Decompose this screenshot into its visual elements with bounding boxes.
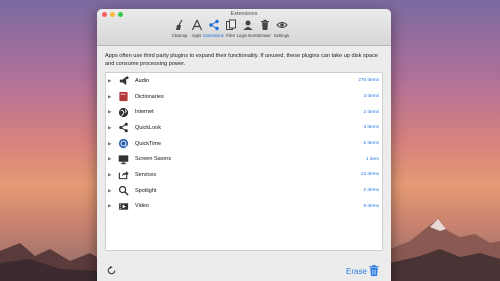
item-count: 5 items <box>363 141 379 147</box>
disclosure-triangle-icon[interactable]: ▶ <box>106 156 115 162</box>
disclosure-triangle-icon[interactable]: ▶ <box>106 172 115 178</box>
refresh-icon[interactable] <box>106 265 117 276</box>
list-item-quicktime[interactable]: ▶ QuickTime 5 items <box>106 136 382 152</box>
title-bar: Extensions Cleanup Apps Extensions Files… <box>97 9 391 46</box>
monitor-icon <box>117 153 129 165</box>
eye-icon <box>275 22 288 28</box>
toolbar-login-items[interactable]: Login Items <box>237 19 258 38</box>
trash-icon <box>260 19 269 30</box>
dictionary-icon <box>117 91 129 103</box>
person-icon <box>243 20 252 30</box>
export-icon <box>117 169 129 181</box>
list-item-video[interactable]: ▶ Video 9 items <box>106 199 382 215</box>
audio-icon <box>117 75 129 87</box>
quicktime-icon <box>117 138 129 150</box>
magnifier-icon <box>117 185 129 197</box>
film-icon <box>117 200 129 212</box>
share-icon <box>208 19 219 31</box>
toolbar-eraser[interactable]: Eraser <box>256 19 273 38</box>
item-count: 9 items <box>363 203 379 209</box>
extensions-list: ▶ Audio 276 items ▶ Dictionaries 3 items… <box>105 72 383 251</box>
list-item-internet[interactable]: ▶ Internet 2 items <box>106 104 382 120</box>
trash-icon[interactable] <box>369 265 379 276</box>
erase-button[interactable]: Erase <box>346 267 367 276</box>
item-count: 3 items <box>363 125 379 131</box>
list-item-spotlight[interactable]: ▶ Spotlight 2 items <box>106 183 382 199</box>
files-icon <box>225 19 236 30</box>
disclosure-triangle-icon[interactable]: ▶ <box>106 125 115 131</box>
toolbar-cleanup[interactable]: Cleanup <box>171 19 188 38</box>
list-item-services[interactable]: ▶ Services 24 items <box>106 167 382 183</box>
disclosure-triangle-icon[interactable]: ▶ <box>106 141 115 147</box>
extensions-window: Extensions Cleanup Apps Extensions Files… <box>97 9 391 281</box>
item-count: 2 items <box>363 188 379 194</box>
share-icon <box>117 122 129 134</box>
apps-icon <box>191 19 202 31</box>
broom-icon <box>175 19 183 30</box>
disclosure-triangle-icon[interactable]: ▶ <box>106 203 115 209</box>
description-text: Apps often use third party plugins to ex… <box>105 53 378 67</box>
item-count: 1 item <box>365 156 379 162</box>
disclosure-triangle-icon[interactable]: ▶ <box>106 78 115 84</box>
item-count: 3 items <box>363 94 379 100</box>
toolbar-settings[interactable]: Settings <box>273 19 290 38</box>
disclosure-triangle-icon[interactable]: ▶ <box>106 109 115 115</box>
content-area: Apps often use third party plugins to ex… <box>97 46 391 281</box>
item-count: 24 items <box>360 172 379 178</box>
window-title: Extensions <box>230 11 258 17</box>
item-count: 2 items <box>363 109 379 115</box>
item-count: 276 items <box>358 78 379 84</box>
toolbar: Cleanup Apps Extensions Files Login Item… <box>171 19 290 38</box>
list-item-audio[interactable]: ▶ Audio 276 items <box>106 73 382 89</box>
list-item-dictionaries[interactable]: ▶ Dictionaries 3 items <box>106 89 382 105</box>
disclosure-triangle-icon[interactable]: ▶ <box>106 188 115 194</box>
disclosure-triangle-icon[interactable]: ▶ <box>106 94 115 100</box>
list-item-screen-savers[interactable]: ▶ Screen Savers 1 item <box>106 151 382 167</box>
globe-icon <box>117 106 129 118</box>
toolbar-extensions[interactable]: Extensions <box>203 19 224 38</box>
list-item-quicklook[interactable]: ▶ QuickLook 3 items <box>106 120 382 136</box>
